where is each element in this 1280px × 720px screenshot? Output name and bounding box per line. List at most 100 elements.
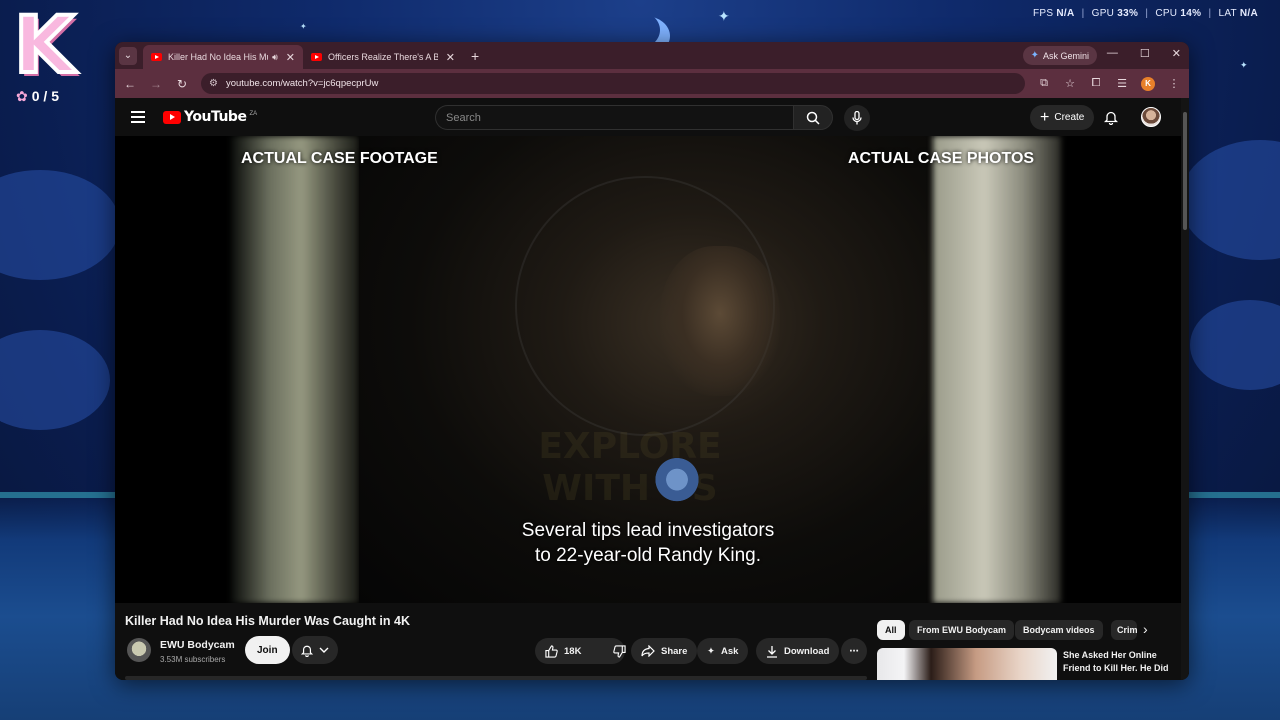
url-text: youtube.com/watch?v=jc6qpecprUw xyxy=(225,78,379,89)
overlay-label-left: ACTUAL CASE FOOTAGE xyxy=(241,150,438,167)
reading-list-icon[interactable]: ☰ xyxy=(1115,77,1129,90)
gpu-value: 33 xyxy=(1117,8,1130,19)
star-icon: ✦ xyxy=(718,8,730,24)
url-field[interactable]: ⚙ youtube.com/watch?v=jc6qpecprUw xyxy=(201,73,1025,94)
notifications-bell-icon[interactable] xyxy=(1104,110,1118,125)
sparkle-icon: ✦ xyxy=(707,645,715,657)
share-icon xyxy=(641,645,655,657)
chip-all[interactable]: All xyxy=(877,620,905,640)
plus-icon: + xyxy=(1040,108,1050,126)
download-icon xyxy=(767,645,777,658)
youtube-favicon-icon xyxy=(311,53,322,61)
flower-icon: ✿ xyxy=(16,88,28,104)
chip-crime[interactable]: Crim xyxy=(1111,620,1137,640)
youtube-favicon-icon xyxy=(151,53,162,61)
ask-button[interactable]: ✦ Ask xyxy=(697,638,749,664)
more-horizontal-icon: ⋯ xyxy=(849,645,859,657)
chevron-right-icon[interactable]: › xyxy=(1143,621,1148,637)
cpu-label: CPU xyxy=(1155,8,1178,19)
bookmark-star-icon[interactable]: ☆ xyxy=(1063,77,1077,90)
page-scrollbar[interactable] xyxy=(1181,98,1189,680)
speaker-icon[interactable]: 🔊︎ xyxy=(272,52,278,63)
close-tab-icon[interactable]: ✕ xyxy=(286,51,295,64)
join-button[interactable]: Join xyxy=(245,636,290,664)
k-logo-letter: K xyxy=(12,1,76,91)
like-button[interactable]: 18K xyxy=(535,638,591,664)
performance-hud: FPS N/A | GPU 33% | CPU 14% | LAT N/A xyxy=(1032,8,1258,19)
address-bar-row: ← → ↻ ⚙ youtube.com/watch?v=jc6qpecprUw … xyxy=(115,69,1189,98)
watermark-text: EXPLORE WITH US xyxy=(538,426,722,509)
close-tab-icon[interactable]: ✕ xyxy=(446,51,455,64)
recommendation-thumbnail[interactable] xyxy=(877,648,1057,680)
browser-window: ⌄ Killer Had No Idea His Murder Was Caug… xyxy=(115,42,1189,680)
profile-avatar[interactable]: K xyxy=(1141,76,1155,91)
maximize-icon[interactable]: ☐ xyxy=(1140,47,1150,60)
channel-avatar[interactable] xyxy=(127,638,151,662)
browser-menu-icon[interactable]: ⋮ xyxy=(1167,77,1181,90)
search-icon xyxy=(806,111,820,125)
create-button[interactable]: + Create xyxy=(1030,105,1095,130)
tab-search-button[interactable]: ⌄ xyxy=(119,46,137,65)
bell-icon xyxy=(301,645,313,657)
chip-from-channel[interactable]: From EWU Bodycam xyxy=(909,620,1015,640)
lat-label: LAT xyxy=(1218,8,1237,19)
reload-icon[interactable]: ↻ xyxy=(175,77,189,91)
thumbs-up-icon xyxy=(545,644,558,658)
microphone-icon xyxy=(852,111,862,125)
star-icon: ✦ xyxy=(300,22,307,31)
voice-search-button[interactable] xyxy=(844,105,870,131)
chip-bodycam-videos[interactable]: Bodycam videos xyxy=(1015,620,1103,640)
k-logo: K xyxy=(12,1,86,91)
wallpaper-cloud xyxy=(1180,140,1280,260)
video-player[interactable]: EXPLORE WITH US ACTUAL CASE FOOTAGE ACTU… xyxy=(115,136,1181,603)
ask-gemini-button[interactable]: ✦ Ask Gemini xyxy=(1022,46,1097,65)
subscription-bell-button[interactable] xyxy=(292,636,338,664)
youtube-logo[interactable]: YouTube ZA xyxy=(163,109,257,125)
minimize-icon[interactable]: — xyxy=(1107,47,1118,60)
tab-bar: ⌄ Killer Had No Idea His Murder Was Caug… xyxy=(115,42,1189,69)
video-subject xyxy=(660,246,780,396)
fps-label: FPS xyxy=(1032,8,1054,19)
wallpaper-cloud xyxy=(1190,300,1280,390)
close-window-icon[interactable]: ✕ xyxy=(1172,47,1181,60)
tab-killer-video[interactable]: Killer Had No Idea His Murder Was Caught… xyxy=(143,45,303,69)
more-actions-button[interactable]: ⋯ xyxy=(841,638,867,664)
overlay-label-right: ACTUAL CASE PHOTOS xyxy=(848,150,1035,167)
scrollbar-thumb[interactable] xyxy=(1183,112,1187,230)
tab-officers-video[interactable]: Officers Realize There's A Body ✕ xyxy=(303,45,463,69)
video-title: Killer Had No Idea His Murder Was Caught… xyxy=(125,614,410,628)
star-icon: ✦ xyxy=(1240,60,1248,70)
download-button[interactable]: Download xyxy=(756,638,840,664)
youtube-play-icon xyxy=(163,110,181,124)
wallpaper-cloud xyxy=(0,170,120,280)
lat-value: N/A xyxy=(1239,8,1258,19)
channel-name[interactable]: EWU Bodycam xyxy=(160,639,235,651)
share-button[interactable]: Share xyxy=(631,638,698,664)
subscriber-count: 3.53M subscribers xyxy=(160,655,226,664)
fps-value: N/A xyxy=(1056,8,1075,19)
gpu-label: GPU xyxy=(1091,8,1115,19)
wallpaper-cloud xyxy=(0,330,110,430)
chevron-down-icon xyxy=(319,647,329,653)
install-app-icon[interactable]: ⧉ xyxy=(1037,77,1051,90)
user-avatar[interactable] xyxy=(1141,107,1161,127)
site-info-icon[interactable]: ⚙ xyxy=(209,78,218,89)
youtube-page: YouTube ZA Search + Create EXPLORE WITH … xyxy=(115,98,1189,680)
search-button[interactable] xyxy=(793,105,833,130)
video-subtitle: Several tips lead investigators to 22-ye… xyxy=(521,520,775,566)
channel-watermark-logo xyxy=(653,458,701,506)
extensions-icon[interactable]: ⧠ xyxy=(1089,77,1103,90)
cpu-value: 14 xyxy=(1180,8,1193,19)
youtube-header: YouTube ZA Search + Create xyxy=(115,98,1189,136)
search-input[interactable]: Search xyxy=(435,105,793,130)
new-tab-button[interactable]: + xyxy=(471,48,479,64)
back-icon[interactable]: ← xyxy=(123,77,137,91)
forward-icon[interactable]: → xyxy=(149,77,163,91)
thumbs-down-icon xyxy=(613,644,627,658)
description-box-edge xyxy=(125,676,867,680)
k-counter: ✿ 0 / 5 xyxy=(16,88,59,104)
hamburger-menu-icon[interactable] xyxy=(131,111,145,123)
gemini-spark-icon: ✦ xyxy=(1030,50,1039,61)
recommendation-title[interactable]: She Asked Her Online Friend to Kill Her.… xyxy=(1063,649,1173,680)
like-dislike-group: 18K xyxy=(535,638,627,664)
